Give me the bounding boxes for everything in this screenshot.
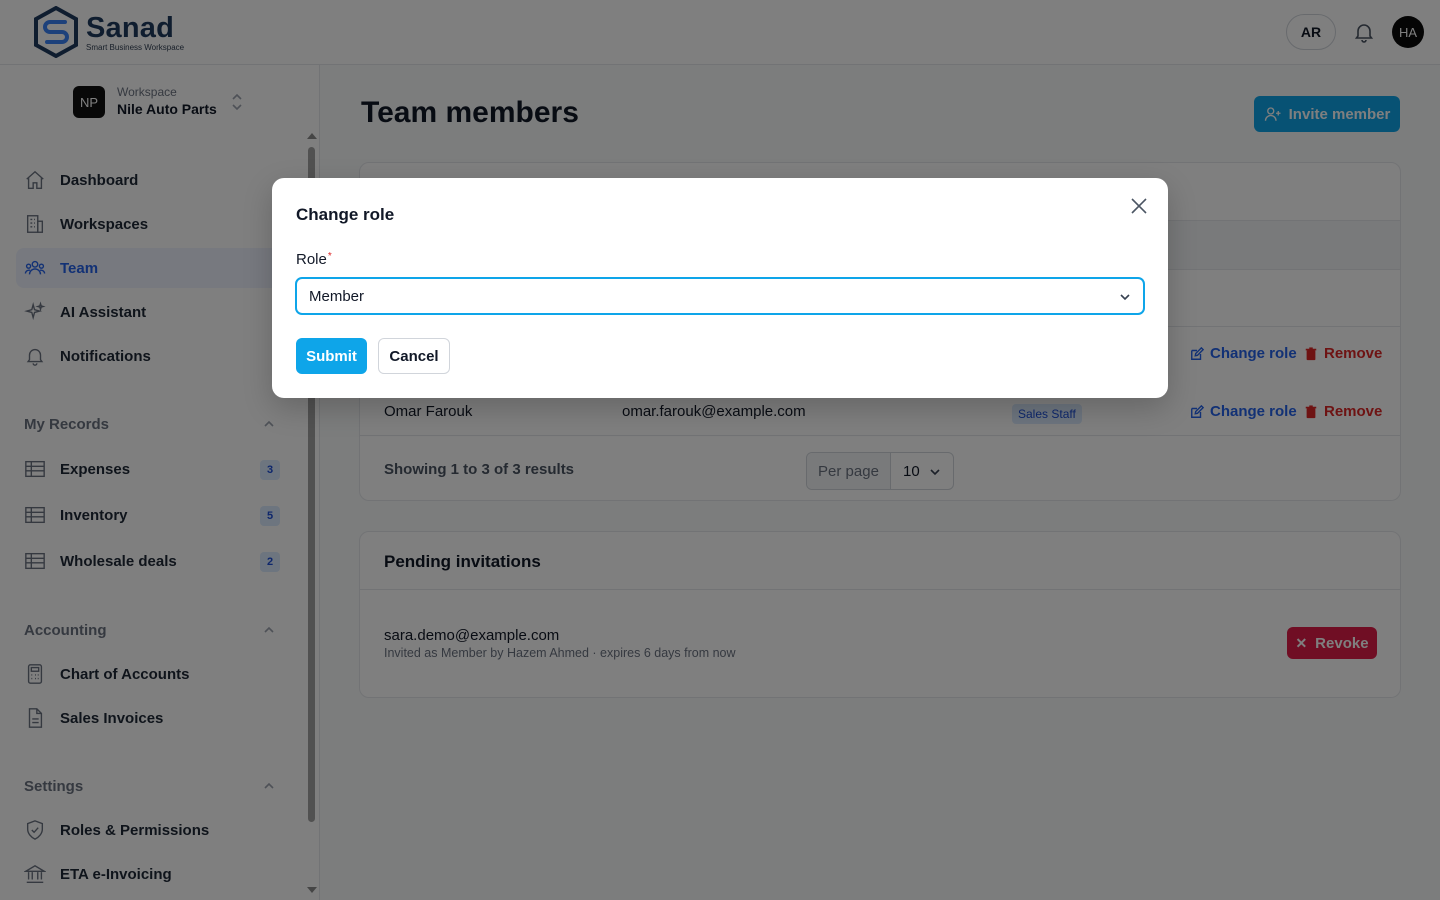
chevron-down-icon	[1120, 294, 1130, 301]
dialog-title: Change role	[296, 205, 395, 224]
cancel-button[interactable]: Cancel	[378, 338, 450, 374]
role-label-text: Role	[296, 251, 327, 268]
change-role-dialog: Change role Role* Member Submit Cancel	[272, 178, 1168, 398]
role-field-label: Role*	[296, 251, 332, 268]
role-select-value: Member	[309, 287, 365, 305]
required-mark: *	[327, 251, 332, 262]
submit-button[interactable]: Submit	[296, 338, 367, 374]
modal-backdrop[interactable]	[0, 0, 1440, 900]
role-select[interactable]: Member	[295, 277, 1145, 315]
close-icon[interactable]	[1130, 197, 1148, 215]
